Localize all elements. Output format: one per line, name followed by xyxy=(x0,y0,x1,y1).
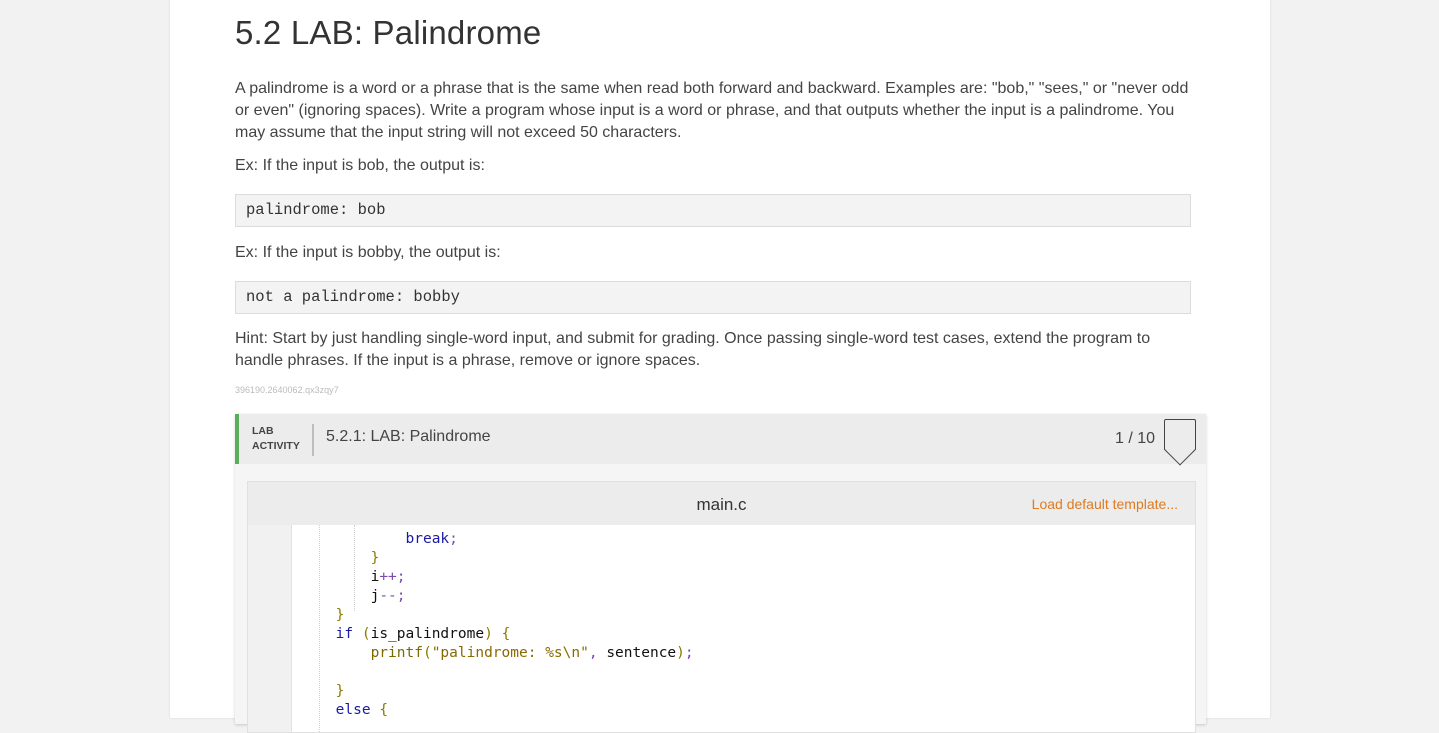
page-title: 5.2 LAB: Palindrome xyxy=(235,14,542,51)
code-line[interactable]: 27 j--; xyxy=(292,587,1195,606)
description-text: A palindrome is a word or a phrase that … xyxy=(235,80,1189,141)
lab-activity-title: 5.2.1: LAB: Palindrome xyxy=(326,428,491,445)
code-line[interactable]: 26 i++; xyxy=(292,568,1195,587)
page-container: 5.2 LAB: Palindrome A palindrome is a wo… xyxy=(170,0,1270,733)
lab-activity-tag: LAB ACTIVITY xyxy=(252,424,300,454)
completion-badge-icon xyxy=(1164,419,1196,450)
code-line[interactable]: 25 } xyxy=(292,549,1195,568)
lab-activity-panel: LAB ACTIVITY 5.2.1: LAB: Palindrome 1 / … xyxy=(235,414,1206,733)
line-number-gutter xyxy=(248,525,292,732)
lab-activity-header: LAB ACTIVITY 5.2.1: LAB: Palindrome 1 / … xyxy=(235,414,1206,464)
code-line[interactable]: 28 } xyxy=(292,606,1195,625)
example2-output: not a palindrome: bobby xyxy=(235,281,1191,314)
example1-label: Ex: If the input is bob, the output is: xyxy=(235,157,485,174)
code-line-text: if (is_palindrome) { xyxy=(335,626,511,642)
example2-label: Ex: If the input is bobby, the output is… xyxy=(235,244,501,261)
load-default-template-link[interactable]: Load default template... xyxy=(1032,496,1178,512)
code-line[interactable]: 24 break; xyxy=(292,530,1195,549)
code-editor: main.c Load default template... 24 break… xyxy=(247,481,1196,733)
code-line-text: } xyxy=(370,550,380,566)
lab-tag-line1: LAB xyxy=(252,425,274,437)
editor-header: main.c Load default template... xyxy=(248,482,1195,525)
lab-score: 1 / 10 xyxy=(1114,430,1155,447)
code-line[interactable]: 29 if (is_palindrome) { xyxy=(292,625,1195,644)
code-line-text: j--; xyxy=(370,588,406,604)
code-line[interactable]: 31 xyxy=(292,663,1195,682)
example1-output: palindrome: bob xyxy=(235,194,1191,227)
code-text-area[interactable]: 24 break;25 }26 i++;27 j--;28 }29 if (is… xyxy=(292,525,1195,732)
header-divider xyxy=(312,424,314,456)
code-line-text: } xyxy=(335,683,345,699)
lab-tag-line2: ACTIVITY xyxy=(252,440,300,452)
code-line-text: else { xyxy=(335,702,389,718)
hint-text: Hint: Start by just handling single-word… xyxy=(235,330,1151,369)
code-line-text: } xyxy=(335,607,345,623)
code-line-text: i++; xyxy=(370,569,406,585)
content-id: 396190.2640062.qx3zqy7 xyxy=(235,385,339,395)
code-line[interactable]: 30 printf("palindrome: %s\n", sentence); xyxy=(292,644,1195,663)
code-line[interactable]: 32 } xyxy=(292,682,1195,701)
code-line-text: printf("palindrome: %s\n", sentence); xyxy=(370,645,694,661)
code-line[interactable]: 33 else { xyxy=(292,701,1195,720)
code-line-text: break; xyxy=(405,531,458,547)
